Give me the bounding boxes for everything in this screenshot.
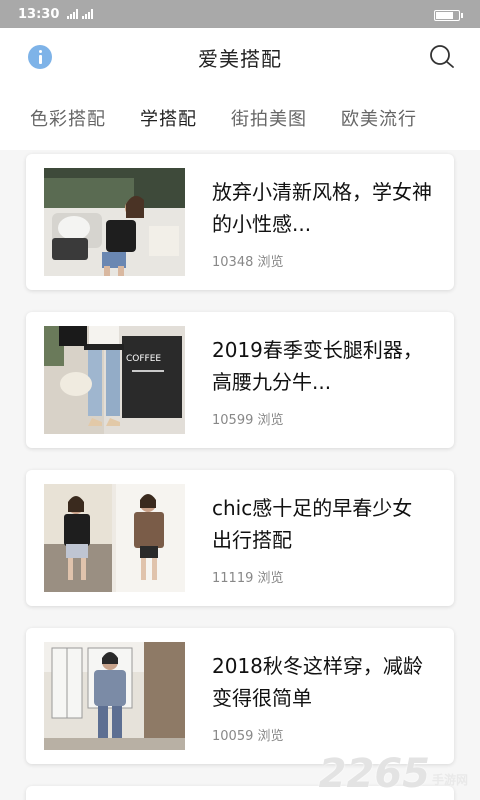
- battery-level: [436, 12, 453, 19]
- article-thumbnail: COFFEE: [44, 326, 185, 434]
- article-list: 放弃小清新风格，学女神的小性感... 10348 浏览 COFFEE 2019春…: [0, 150, 480, 800]
- watermark-logo: 2265 手游网: [319, 754, 468, 794]
- article-card[interactable]: chic感十足的早春少女出行搭配 11119 浏览: [26, 470, 454, 606]
- article-thumbnail: [44, 642, 185, 750]
- article-card[interactable]: 2018秋冬这样穿，减龄变得很简单 10059 浏览: [26, 628, 454, 764]
- tab-learn-matching[interactable]: 学搭配: [140, 105, 197, 131]
- view-count: 10348 浏览: [212, 255, 284, 270]
- status-bar: 13:30: [0, 0, 480, 28]
- article-title: 放弃小清新风格，学女神的小性感...: [212, 180, 432, 236]
- search-icon[interactable]: [428, 44, 456, 70]
- article-title: 2019春季变长腿利器，高腰九分牛...: [212, 338, 423, 394]
- article-thumbnail: [44, 168, 185, 276]
- article-card[interactable]: 放弃小清新风格，学女神的小性感... 10348 浏览: [26, 154, 454, 290]
- signal-icon: [67, 9, 79, 19]
- tab-western-trends[interactable]: 欧美流行: [341, 105, 417, 131]
- app-header: 爱美搭配: [0, 28, 480, 86]
- category-tabs: 色彩搭配 学搭配 街拍美图 欧美流行: [0, 86, 480, 150]
- view-count: 11119 浏览: [212, 571, 284, 586]
- status-time: 13:30: [18, 6, 60, 22]
- article-title: chic感十足的早春少女出行搭配: [212, 496, 413, 552]
- article-thumbnail: [44, 484, 185, 592]
- article-card[interactable]: COFFEE 2019春季变长腿利器，高腰九分牛... 10599 浏览: [26, 312, 454, 448]
- signal-icon-2: [82, 9, 94, 19]
- watermark-number: 2265: [318, 751, 430, 797]
- watermark-site: 手游网: [431, 773, 468, 787]
- svg-text:COFFEE: COFFEE: [126, 354, 161, 364]
- view-count: 10599 浏览: [212, 413, 284, 428]
- article-title: 2018秋冬这样穿，减龄变得很简单: [212, 654, 423, 710]
- tab-street-photos[interactable]: 街拍美图: [231, 105, 307, 131]
- view-count: 10059 浏览: [212, 729, 284, 744]
- tab-color-matching[interactable]: 色彩搭配: [30, 105, 106, 131]
- info-icon[interactable]: [28, 45, 52, 69]
- battery-icon: [434, 10, 463, 21]
- page-title: 爱美搭配: [198, 46, 282, 71]
